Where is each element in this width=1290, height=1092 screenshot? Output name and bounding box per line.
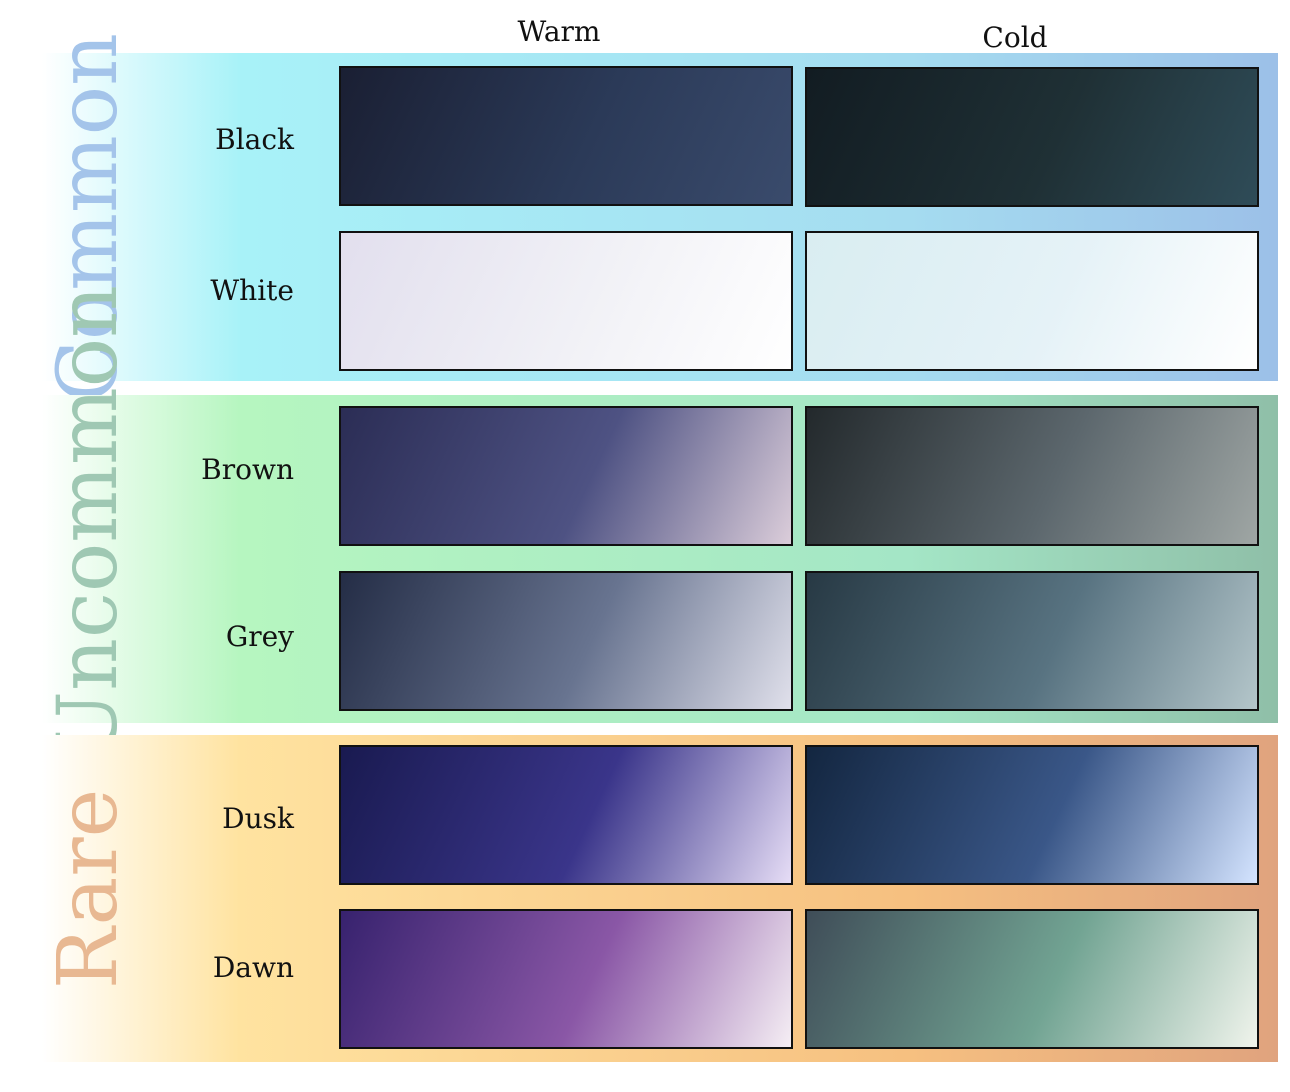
swatch-grey-cold (805, 571, 1259, 711)
swatch-white-warm (339, 231, 793, 371)
swatch-dusk-warm (339, 745, 793, 885)
swatch-dusk-cold (805, 745, 1259, 885)
band-label-rare: Rare (41, 788, 136, 990)
swatch-grey-warm (339, 571, 793, 711)
band-rare: Rare Dusk Dawn (41, 735, 1278, 1062)
row-label-brown: Brown (201, 453, 294, 486)
column-header-warm: Warm (517, 15, 601, 48)
row-label-black: Black (215, 123, 294, 156)
swatch-white-cold (805, 231, 1259, 371)
swatch-dawn-warm (339, 909, 793, 1049)
swatch-dawn-cold (805, 909, 1259, 1049)
swatch-black-cold (805, 67, 1259, 207)
row-label-grey: Grey (225, 620, 294, 653)
row-label-dusk: Dusk (222, 802, 294, 835)
band-uncommon: Uncommon Brown Grey (41, 285, 1278, 760)
band-common: Common Black White (41, 33, 1278, 403)
column-header-cold: Cold (982, 21, 1048, 54)
row-label-dawn: Dawn (212, 951, 294, 984)
swatch-brown-warm (339, 406, 793, 546)
swatch-brown-cold (805, 406, 1259, 546)
swatch-black-warm (339, 66, 793, 206)
